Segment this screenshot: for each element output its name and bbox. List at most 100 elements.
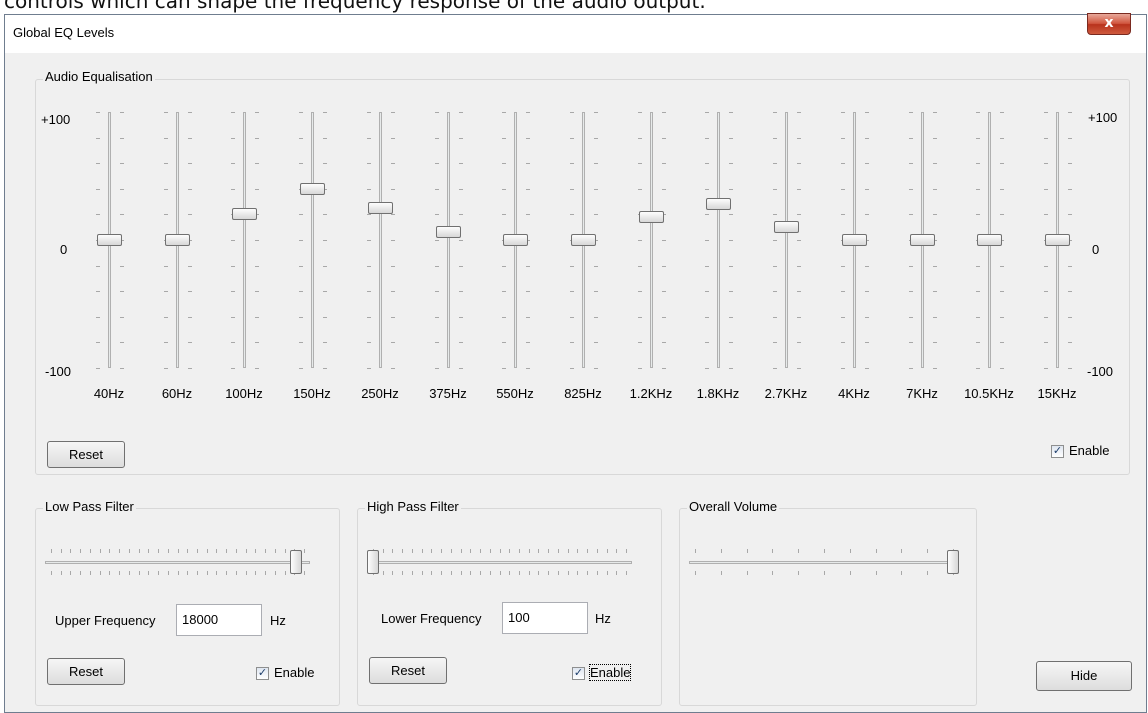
eq-tick (729, 266, 733, 267)
eq-tick (120, 266, 124, 267)
eq-tick (526, 112, 530, 113)
high-pass-slider[interactable] (367, 537, 632, 589)
slider-tick (275, 571, 276, 575)
eq-tick (662, 189, 666, 190)
slider-tick (197, 549, 198, 553)
volume-slider[interactable] (689, 537, 959, 589)
upper-frequency-field[interactable]: 18000 (176, 604, 262, 636)
eq-band-label: 2.7KHz (764, 386, 808, 401)
eq-band-label: 825Hz (564, 386, 602, 401)
eq-tick (797, 163, 801, 164)
eq-tick (705, 240, 709, 241)
eq-tick (638, 138, 642, 139)
eq-band-thumb[interactable] (300, 183, 325, 195)
eq-tick (1000, 317, 1004, 318)
eq-tick (1068, 214, 1072, 215)
low-pass-enable-checkbox[interactable]: ✓ (256, 667, 269, 680)
slider-tick (798, 549, 799, 553)
eq-tick (391, 317, 395, 318)
eq-band-thumb[interactable] (571, 234, 596, 246)
close-icon: x (1104, 15, 1114, 31)
eq-band-thumb[interactable] (977, 234, 1002, 246)
slider-tick (70, 549, 71, 553)
high-pass-reset-button[interactable]: Reset (369, 657, 447, 684)
slider-tick (927, 549, 928, 553)
eq-tick (909, 317, 913, 318)
slider-tick (695, 571, 696, 575)
eq-band-thumb[interactable] (1045, 234, 1070, 246)
eq-tick (570, 189, 574, 190)
eq-enable-checkbox[interactable]: ✓ (1051, 445, 1064, 458)
eq-tick (909, 368, 913, 369)
slider-tick (246, 571, 247, 575)
eq-tick (188, 214, 192, 215)
eq-tick (797, 342, 801, 343)
eq-tick (662, 291, 666, 292)
eq-tick (502, 342, 506, 343)
slider-thumb[interactable] (947, 550, 959, 574)
eq-window: Global EQ Levels x Audio Equalisation +1… (4, 13, 1147, 713)
eq-tick (933, 266, 937, 267)
eq-band-thumb[interactable] (910, 234, 935, 246)
eq-reset-button[interactable]: Reset (47, 441, 125, 468)
slider-tick (168, 571, 169, 575)
eq-band-thumb[interactable] (232, 208, 257, 220)
eq-tick (231, 342, 235, 343)
slider-tick (850, 571, 851, 575)
slider-thumb[interactable] (367, 550, 379, 574)
eq-tick (96, 368, 100, 369)
eq-band-thumb[interactable] (706, 198, 731, 210)
eq-tick (391, 368, 395, 369)
eq-tick (299, 291, 303, 292)
eq-tick (976, 214, 980, 215)
eq-tick (526, 189, 530, 190)
eq-tick (526, 163, 530, 164)
eq-tick (1068, 317, 1072, 318)
eq-tick (459, 189, 463, 190)
eq-tick (933, 112, 937, 113)
eq-tick (188, 163, 192, 164)
eq-tick (638, 266, 642, 267)
eq-tick (1044, 317, 1048, 318)
slider-tick (509, 571, 510, 575)
slider-thumb[interactable] (290, 550, 302, 574)
slider-tick (139, 549, 140, 553)
eq-tick (1068, 368, 1072, 369)
eq-tick (705, 368, 709, 369)
eq-band-thumb[interactable] (436, 226, 461, 238)
low-pass-reset-button[interactable]: Reset (47, 658, 125, 685)
eq-tick (1000, 163, 1004, 164)
eq-tick (841, 266, 845, 267)
low-pass-slider[interactable] (45, 537, 310, 589)
eq-tick (299, 342, 303, 343)
eq-tick (164, 138, 168, 139)
eq-scale-middle-right: 0 (1092, 242, 1100, 257)
close-button[interactable]: x (1087, 13, 1131, 35)
slider-tick (392, 549, 393, 553)
eq-band-track (311, 112, 314, 368)
eq-band-thumb[interactable] (774, 221, 799, 233)
eq-band-label: 150Hz (293, 386, 331, 401)
eq-tick (594, 342, 598, 343)
eq-tick (638, 317, 642, 318)
eq-band-thumb[interactable] (503, 234, 528, 246)
eq-tick (323, 317, 327, 318)
eq-tick (729, 112, 733, 113)
eq-band-thumb[interactable] (165, 234, 190, 246)
eq-band-thumb[interactable] (97, 234, 122, 246)
eq-tick (865, 342, 869, 343)
eq-band-thumb[interactable] (368, 202, 393, 214)
lower-frequency-field[interactable]: 100 (502, 602, 588, 634)
low-pass-group-label: Low Pass Filter (43, 499, 136, 514)
eq-band-thumb[interactable] (639, 211, 664, 223)
slider-track (45, 561, 310, 564)
hide-button[interactable]: Hide (1036, 661, 1132, 691)
slider-tick (275, 549, 276, 553)
slider-tick (480, 549, 481, 553)
slider-tick (422, 571, 423, 575)
eq-tick (594, 214, 598, 215)
eq-band-thumb[interactable] (842, 234, 867, 246)
high-pass-enable-checkbox[interactable]: ✓ (572, 667, 585, 680)
slider-tick (901, 549, 902, 553)
eq-tick (502, 138, 506, 139)
